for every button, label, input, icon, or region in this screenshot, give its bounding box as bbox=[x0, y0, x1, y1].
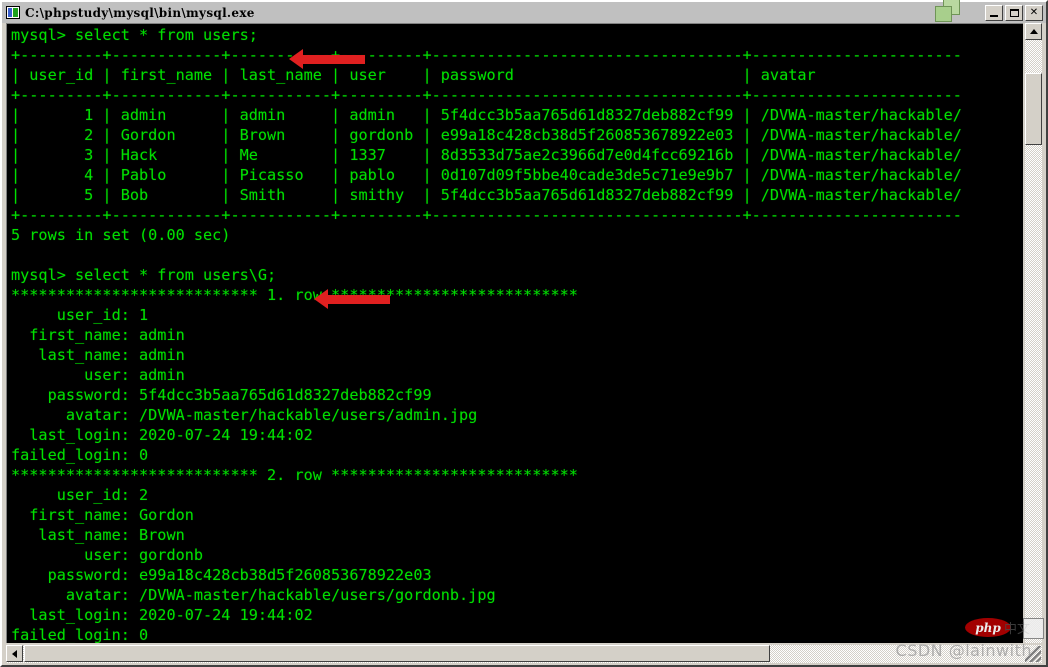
terminal-text: mysql> select * from users; +---------+-… bbox=[11, 26, 962, 643]
arrow-pointing-at-vertical-query bbox=[314, 289, 390, 309]
csdn-watermark: CSDN @lainwith bbox=[895, 641, 1032, 660]
watermark-box-icon bbox=[1023, 618, 1044, 639]
console-window: C:\phpstudy\mysql\bin\mysql.exe ✕ mysql>… bbox=[0, 0, 1048, 667]
scroll-left-button[interactable] bbox=[6, 645, 23, 662]
maximize-icon bbox=[1010, 8, 1019, 17]
window-controls: ✕ bbox=[985, 4, 1043, 21]
arrow-pointing-at-select-query bbox=[289, 49, 365, 69]
client-area: mysql> select * from users; +---------+-… bbox=[4, 23, 1044, 665]
terminal-output[interactable]: mysql> select * from users; +---------+-… bbox=[6, 23, 1023, 643]
green-squares-icon bbox=[932, 0, 966, 23]
chevron-up-icon bbox=[1030, 29, 1038, 34]
chevron-left-icon bbox=[12, 650, 17, 658]
close-icon: ✕ bbox=[1029, 6, 1039, 18]
horizontal-scroll-thumb[interactable] bbox=[24, 645, 770, 662]
vertical-scrollbar[interactable] bbox=[1025, 23, 1042, 643]
minimize-button[interactable] bbox=[985, 4, 1003, 21]
vertical-scroll-thumb[interactable] bbox=[1025, 73, 1042, 145]
close-button[interactable]: ✕ bbox=[1025, 4, 1043, 21]
horizontal-scrollbar[interactable] bbox=[6, 645, 1042, 663]
maximize-button[interactable] bbox=[1005, 4, 1023, 21]
console-icon bbox=[6, 6, 20, 19]
window-title: C:\phpstudy\mysql\bin\mysql.exe bbox=[25, 5, 255, 20]
minimize-icon bbox=[990, 14, 998, 17]
scroll-up-button[interactable] bbox=[1025, 23, 1042, 40]
title-bar[interactable]: C:\phpstudy\mysql\bin\mysql.exe ✕ bbox=[2, 0, 1046, 23]
green-square-front bbox=[935, 6, 952, 22]
